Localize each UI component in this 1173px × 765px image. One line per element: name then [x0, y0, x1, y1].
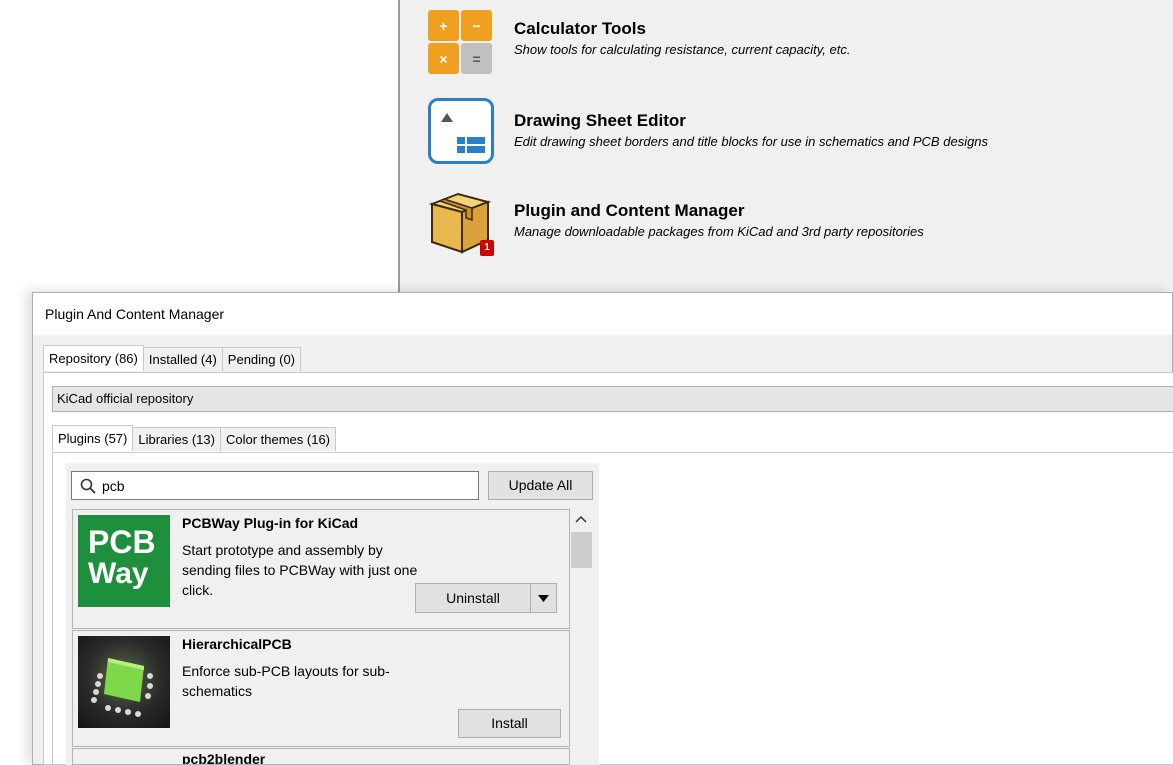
package-card[interactable]: PCB Way PCBWay Plug-in for KiCad Start p…: [72, 509, 570, 629]
launcher-item-description: Manage downloadable packages from KiCad …: [514, 223, 924, 239]
action-dropdown-button[interactable]: [530, 583, 557, 613]
search-input[interactable]: [102, 477, 462, 494]
search-icon: [80, 478, 96, 494]
package-name: HierarchicalPCB: [182, 636, 292, 652]
launcher-item-description: Edit drawing sheet borders and title blo…: [514, 133, 989, 149]
launcher-plugin-content-manager[interactable]: 1 Plugin and Content Manager Manage down…: [424, 184, 924, 256]
kicad-launcher-panel: + − × = Calculator Tools Show tools for …: [398, 0, 1173, 292]
dialog-title: Plugin And Content Manager: [33, 293, 1172, 335]
search-field[interactable]: [71, 471, 479, 500]
package-name: PCBWay Plug-in for KiCad: [182, 515, 359, 531]
package-card[interactable]: pcb2blender: [72, 748, 570, 765]
tab-color-themes[interactable]: Color themes (16): [219, 427, 337, 451]
launcher-item-title[interactable]: Plugin and Content Manager: [514, 200, 924, 222]
tab-plugins[interactable]: Plugins (57): [52, 425, 134, 451]
launcher-item-title[interactable]: Drawing Sheet Editor: [514, 110, 988, 132]
install-button[interactable]: Install: [458, 709, 561, 738]
package-description: Enforce sub-PCB layouts for sub-schemati…: [182, 663, 390, 699]
repository-dropdown[interactable]: KiCad official repository: [52, 386, 1173, 412]
package-card[interactable]: HierarchicalPCB Enforce sub-PCB layouts …: [72, 630, 570, 747]
launcher-item-description: Show tools for calculating resistance, c…: [514, 41, 851, 57]
content-type-tab-strip: Plugins (57) Libraries (13) Color themes…: [52, 425, 337, 451]
notification-badge: 1: [480, 240, 494, 256]
chip-thumbnail: [78, 636, 170, 728]
chevron-down-icon: [538, 594, 549, 602]
tab-repository[interactable]: Repository (86): [43, 345, 144, 371]
uninstall-split-button: Uninstall: [415, 583, 557, 613]
chevron-up-icon[interactable]: [575, 513, 587, 527]
drawing-sheet-icon[interactable]: [424, 94, 496, 166]
tab-installed[interactable]: Installed (4): [142, 347, 223, 371]
tab-libraries[interactable]: Libraries (13): [132, 427, 221, 451]
tab-pending[interactable]: Pending (0): [221, 347, 302, 371]
pcbway-logo: PCB Way: [78, 515, 170, 607]
launcher-item-title[interactable]: Calculator Tools: [514, 18, 850, 40]
launcher-calculator-tools[interactable]: + − × = Calculator Tools Show tools for …: [424, 2, 850, 74]
uninstall-button[interactable]: Uninstall: [415, 583, 531, 613]
package-name: pcb2blender: [182, 751, 266, 765]
calculator-icon[interactable]: + − × =: [424, 0, 496, 74]
scrollbar-thumb[interactable]: [571, 532, 592, 568]
package-list-scrollbar[interactable]: [569, 513, 594, 765]
update-all-button[interactable]: Update All: [488, 471, 593, 500]
main-tab-strip: Repository (86) Installed (4) Pending (0…: [43, 345, 302, 371]
package-description: Start prototype and assembly by sending …: [182, 542, 418, 598]
launcher-drawing-sheet-editor[interactable]: Drawing Sheet Editor Edit drawing sheet …: [424, 94, 988, 166]
plugin-content-manager-dialog: Plugin And Content Manager Repository (8…: [32, 292, 1173, 765]
package-box-icon[interactable]: 1: [424, 184, 496, 256]
